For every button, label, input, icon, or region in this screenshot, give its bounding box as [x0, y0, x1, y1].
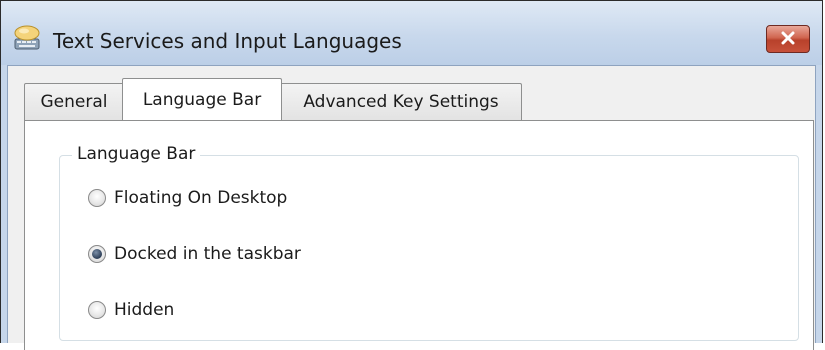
- dialog-client-area: General Language Bar Advanced Key Settin…: [7, 65, 816, 350]
- tab-label: General: [40, 92, 108, 112]
- radio-floating-on-desktop[interactable]: Floating On Desktop: [88, 188, 287, 208]
- window-title: Text Services and Input Languages: [53, 29, 402, 53]
- radio-hidden[interactable]: Hidden: [88, 300, 174, 320]
- tab-label: Language Bar: [142, 89, 262, 110]
- title-bar[interactable]: Text Services and Input Languages: [1, 1, 822, 65]
- radio-docked-in-taskbar[interactable]: Docked in the taskbar: [88, 244, 301, 264]
- tab-advanced-key-settings[interactable]: Advanced Key Settings: [280, 83, 522, 120]
- radio-button[interactable]: [88, 189, 106, 207]
- radio-label: Hidden: [114, 300, 175, 320]
- radio-label: Floating On Desktop: [114, 188, 288, 208]
- keyboard-language-icon: [11, 23, 43, 53]
- radio-label: Docked in the taskbar: [114, 244, 301, 264]
- tab-general[interactable]: General: [24, 83, 124, 120]
- tab-page-language-bar: Language Bar Floating On Desktop Docked …: [24, 120, 814, 350]
- radio-button[interactable]: [88, 245, 106, 263]
- dialog-window: Text Services and Input Languages Genera…: [0, 0, 823, 350]
- tab-label: Advanced Key Settings: [303, 92, 499, 112]
- tab-language-bar[interactable]: Language Bar: [122, 78, 282, 120]
- close-icon: [779, 30, 797, 49]
- close-button[interactable]: [766, 25, 810, 53]
- groupbox-legend: Language Bar: [72, 144, 201, 164]
- radio-button[interactable]: [88, 301, 106, 319]
- language-bar-groupbox: Language Bar Floating On Desktop Docked …: [59, 144, 799, 341]
